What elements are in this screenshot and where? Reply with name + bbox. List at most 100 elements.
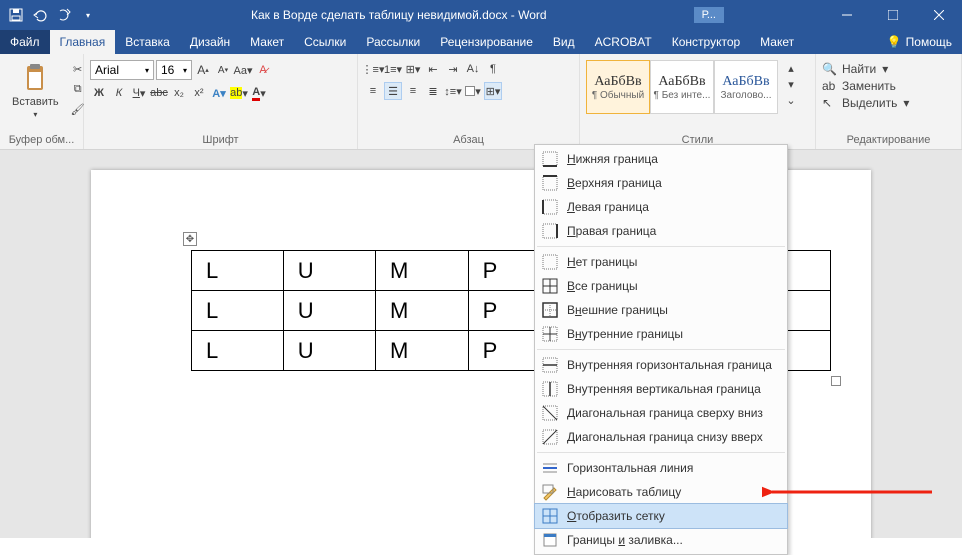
clear-format-icon[interactable]: A̷ <box>254 61 272 79</box>
tell-me[interactable]: 💡 Помощь <box>877 30 962 54</box>
table-cell[interactable]: M <box>376 251 469 291</box>
table-resize-handle[interactable] <box>831 376 841 386</box>
tab-дизайн[interactable]: Дизайн <box>180 30 240 54</box>
styles-scroll-down-icon[interactable]: ▾ <box>782 76 800 92</box>
tab-рассылки[interactable]: Рассылки <box>356 30 430 54</box>
select-button[interactable]: ↖Выделить▾ <box>822 96 909 110</box>
tab-вставка[interactable]: Вставка <box>115 30 180 54</box>
menu-item-border-diag-up[interactable]: Диагональная граница снизу вверх <box>535 425 787 449</box>
table-cell[interactable]: L <box>192 331 284 371</box>
menu-item-border-inside[interactable]: Внутренние границы <box>535 322 787 346</box>
show-marks-icon[interactable]: ¶ <box>484 60 502 78</box>
group-paragraph: ⋮≡▾ 1≡▾ ⊞▾ ⇤ ⇥ A↓ ¶ ≡ ☰ ≡ ≣ ↕≡▾ ▾ ⊞▾ Абз… <box>358 54 580 149</box>
menu-item-border-none[interactable]: Нет границы <box>535 250 787 274</box>
menu-item-border-outside[interactable]: Внешние границы <box>535 298 787 322</box>
menu-separator <box>537 246 785 247</box>
menu-item-border-h[interactable]: Внутренняя горизонтальная граница <box>535 353 787 377</box>
bullets-icon[interactable]: ⋮≡▾ <box>364 60 382 78</box>
borders-button[interactable]: ⊞▾ <box>484 82 502 100</box>
menu-item-border-top[interactable]: Верхняя граница <box>535 171 787 195</box>
close-button[interactable] <box>916 0 962 30</box>
tab-вид[interactable]: Вид <box>543 30 585 54</box>
menu-item-border-diag-down[interactable]: Диагональная граница сверху вниз <box>535 401 787 425</box>
menu-item-border-right[interactable]: Правая граница <box>535 219 787 243</box>
styles-scroll-up-icon[interactable]: ▴ <box>782 60 800 76</box>
grid-icon <box>541 507 559 525</box>
tab-рецензирование[interactable]: Рецензирование <box>430 30 543 54</box>
menu-item-border-bottom[interactable]: Нижняя граница <box>535 147 787 171</box>
style-preview[interactable]: АаБбВв¶ Обычный <box>586 60 650 114</box>
decrease-indent-icon[interactable]: ⇤ <box>424 60 442 78</box>
font-size-combo[interactable]: 16▾ <box>156 60 192 80</box>
qat-dropdown-icon[interactable]: ▾ <box>80 7 96 23</box>
tab-ссылки[interactable]: Ссылки <box>294 30 356 54</box>
align-right-icon[interactable]: ≡ <box>404 82 422 100</box>
styles-more-icon[interactable]: ⌄ <box>782 92 800 108</box>
highlight-icon[interactable]: ab▾ <box>230 84 248 102</box>
undo-icon[interactable] <box>32 7 48 23</box>
group-font: Arial▾ 16▾ A▴ A▾ Aa▾ A̷ Ж К Ч▾ abc x₂ x²… <box>84 54 358 149</box>
menu-item-border-all[interactable]: Все границы <box>535 274 787 298</box>
menu-item-label: Верхняя граница <box>567 176 662 190</box>
replace-button[interactable]: abЗаменить <box>822 79 896 93</box>
shrink-font-icon[interactable]: A▾ <box>214 61 232 79</box>
change-case-icon[interactable]: Aa▾ <box>234 61 252 79</box>
tab-acrobat[interactable]: ACROBAT <box>585 30 662 54</box>
menu-item-label: Внутренняя горизонтальная граница <box>567 358 772 372</box>
text-effects-icon[interactable]: A▾ <box>210 84 228 102</box>
table-cell[interactable]: L <box>192 251 284 291</box>
multilevel-icon[interactable]: ⊞▾ <box>404 60 422 78</box>
table-move-handle[interactable]: ✥ <box>183 232 197 246</box>
superscript-icon[interactable]: x² <box>190 84 208 102</box>
align-center-icon[interactable]: ☰ <box>384 82 402 100</box>
tab-file[interactable]: Файл <box>0 30 50 54</box>
table-cell[interactable]: U <box>283 291 375 331</box>
underline-icon[interactable]: Ч▾ <box>130 84 148 102</box>
table-cell[interactable]: L <box>192 291 284 331</box>
menu-item-dialog[interactable]: Границы и заливка... <box>535 528 787 552</box>
shading-icon[interactable]: ▾ <box>464 82 482 100</box>
menu-item-border-left[interactable]: Левая граница <box>535 195 787 219</box>
style-preview[interactable]: АаБбВв¶ Без инте... <box>650 60 714 114</box>
document-area[interactable]: ✥ LUMPLUMPLUMP <box>0 150 962 538</box>
menu-item-grid[interactable]: Отобразить сетку <box>535 504 787 528</box>
ribbon: Вставить ▾ ✂ ⧉ 🖌 Буфер обм... Arial▾ 16▾… <box>0 54 962 150</box>
increase-indent-icon[interactable]: ⇥ <box>444 60 462 78</box>
tab-конструктор[interactable]: Конструктор <box>662 30 750 54</box>
menu-item-border-v[interactable]: Внутренняя вертикальная граница <box>535 377 787 401</box>
italic-icon[interactable]: К <box>110 84 128 102</box>
menu-item-hline[interactable]: Горизонтальная линия <box>535 456 787 480</box>
border-v-icon <box>541 380 559 398</box>
align-left-icon[interactable]: ≡ <box>364 82 382 100</box>
tab-макет[interactable]: Макет <box>750 30 804 54</box>
grow-font-icon[interactable]: A▴ <box>194 61 212 79</box>
window-title: Как в Ворде сделать таблицу невидимой.do… <box>104 8 694 22</box>
subscript-icon[interactable]: x₂ <box>170 84 188 102</box>
save-icon[interactable] <box>8 7 24 23</box>
table-cell[interactable]: M <box>376 291 469 331</box>
styles-gallery[interactable]: АаБбВв¶ ОбычныйАаБбВв¶ Без инте...АаБбВв… <box>586 60 778 114</box>
table-cell[interactable]: M <box>376 331 469 371</box>
maximize-button[interactable] <box>870 0 916 30</box>
border-top-icon <box>541 174 559 192</box>
menu-item-draw[interactable]: Нарисовать таблицу <box>535 480 787 504</box>
justify-icon[interactable]: ≣ <box>424 82 442 100</box>
table-cell[interactable]: U <box>283 251 375 291</box>
bold-icon[interactable]: Ж <box>90 84 108 102</box>
font-name-combo[interactable]: Arial▾ <box>90 60 154 80</box>
paste-button[interactable]: Вставить ▾ <box>6 60 65 121</box>
table-tools-context-tab[interactable]: Р... <box>694 7 724 23</box>
tab-макет[interactable]: Макет <box>240 30 294 54</box>
border-diag-up-icon <box>541 428 559 446</box>
minimize-button[interactable] <box>824 0 870 30</box>
font-color-icon[interactable]: A▾ <box>250 84 268 102</box>
sort-icon[interactable]: A↓ <box>464 60 482 78</box>
style-preview[interactable]: АаБбВвЗаголово... <box>714 60 778 114</box>
numbering-icon[interactable]: 1≡▾ <box>384 60 402 78</box>
line-spacing-icon[interactable]: ↕≡▾ <box>444 82 462 100</box>
table-cell[interactable]: U <box>283 331 375 371</box>
strike-icon[interactable]: abc <box>150 84 168 102</box>
find-button[interactable]: 🔍Найти▾ <box>822 62 888 76</box>
redo-icon[interactable] <box>56 7 72 23</box>
tab-главная[interactable]: Главная <box>50 30 116 54</box>
